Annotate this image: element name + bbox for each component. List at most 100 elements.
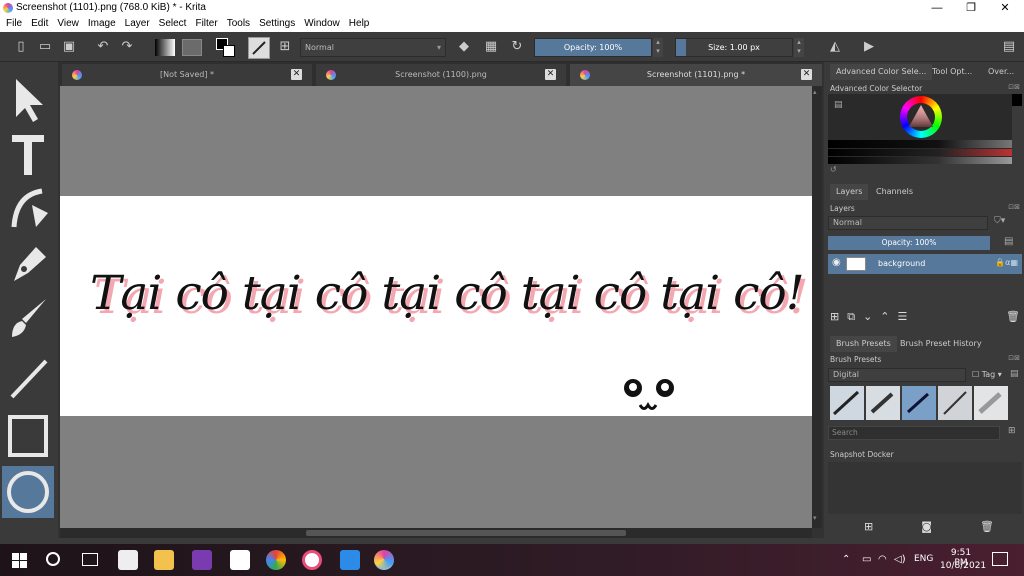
layer-actions-toolbar[interactable]: ⊞⧉⌄⌃☰ bbox=[830, 310, 915, 324]
chevron-up-icon[interactable]: ⌃ bbox=[842, 554, 850, 565]
vertical-scrollbar[interactable]: ▴ ▾ bbox=[812, 86, 822, 528]
reload-preset-icon[interactable]: ↻ bbox=[508, 38, 526, 56]
open-folder-icon[interactable]: ▭ bbox=[36, 38, 54, 56]
layer-blend-select[interactable]: Normal bbox=[828, 216, 988, 230]
redo-icon[interactable]: ↷ bbox=[118, 38, 136, 56]
alpha-lock-icon[interactable]: ▦ bbox=[482, 38, 500, 56]
menu-settings[interactable]: Settings bbox=[259, 16, 295, 32]
file-explorer-icon[interactable] bbox=[154, 550, 174, 570]
volume-icon[interactable]: ◁) bbox=[894, 554, 906, 565]
onenote-icon[interactable] bbox=[192, 550, 212, 570]
docker-float-close-icon[interactable]: ⊡⊠ bbox=[1008, 83, 1020, 91]
color-selector-widget[interactable]: ▤ bbox=[828, 94, 1012, 164]
brush-settings-icon[interactable]: ⊞ bbox=[276, 38, 294, 56]
tab-channels[interactable]: Channels bbox=[870, 184, 919, 200]
close-tab-icon[interactable]: ✕ bbox=[291, 69, 302, 80]
eraser-icon[interactable]: ◆ bbox=[455, 38, 473, 56]
shade-strip-3[interactable] bbox=[828, 157, 1012, 164]
ellipse-tool[interactable] bbox=[2, 466, 54, 518]
menu-layer[interactable]: Layer bbox=[125, 16, 150, 32]
layer-properties-icon[interactable]: ▤ bbox=[1004, 236, 1013, 247]
tab-screenshot-1100[interactable]: Screenshot (1100).png ✕ bbox=[316, 64, 566, 86]
close-tab-icon[interactable]: ✕ bbox=[545, 69, 556, 80]
menu-select[interactable]: Select bbox=[159, 16, 187, 32]
language-indicator[interactable]: ENG bbox=[914, 554, 933, 564]
menu-file[interactable]: File bbox=[6, 16, 22, 32]
eye-visibility-icon[interactable]: ◉ bbox=[832, 257, 841, 268]
menu-view[interactable]: View bbox=[57, 16, 79, 32]
line-tool[interactable] bbox=[2, 352, 54, 404]
mirror-horizontal-icon[interactable]: ◭ bbox=[826, 38, 844, 56]
pen-tool[interactable] bbox=[2, 236, 54, 288]
search-circle-icon[interactable] bbox=[46, 552, 60, 566]
color-menu-icon[interactable]: ▤ bbox=[834, 100, 843, 110]
layer-lock-icons[interactable]: 🔒α▦ bbox=[995, 258, 1018, 267]
tab-not-saved[interactable]: [Not Saved] * ✕ bbox=[62, 64, 312, 86]
windows-start-icon[interactable] bbox=[12, 553, 27, 568]
brush-view-icon[interactable]: ▤ bbox=[1010, 369, 1019, 379]
text-tool[interactable] bbox=[2, 128, 54, 180]
tab-screenshot-1101[interactable]: Screenshot (1101).png * ✕ bbox=[570, 64, 822, 86]
fg-bg-color-icon[interactable] bbox=[216, 38, 236, 58]
save-icon[interactable]: ▣ bbox=[60, 38, 78, 56]
menu-help[interactable]: Help bbox=[349, 16, 370, 32]
pattern-swatch[interactable] bbox=[182, 39, 202, 56]
minimize-button[interactable]: — bbox=[920, 0, 954, 16]
horizontal-scrollbar[interactable] bbox=[60, 528, 812, 538]
save-search-icon[interactable]: ⊞ bbox=[1008, 426, 1016, 436]
canvas-image[interactable]: Tại cô tại cô tại cô tại cô tại cô! Tại … bbox=[60, 196, 812, 416]
size-slider[interactable]: Size: 1.00 px bbox=[675, 38, 793, 57]
select-shape-tool[interactable] bbox=[2, 74, 54, 126]
brush-tag-button[interactable]: ☐ Tag ▾ bbox=[972, 370, 1002, 379]
blend-mode-select[interactable]: Normal ▾ bbox=[300, 38, 446, 57]
canvas-area[interactable]: Tại cô tại cô tại cô tại cô tại cô! Tại … bbox=[60, 86, 812, 528]
current-color-swatch[interactable] bbox=[1012, 94, 1022, 106]
brush-tag-select[interactable]: Digital bbox=[828, 368, 966, 382]
triangle-picker[interactable] bbox=[906, 102, 936, 132]
tab-layers[interactable]: Layers bbox=[830, 184, 869, 200]
brush-preset-icon[interactable] bbox=[248, 37, 270, 59]
brush-preset-item[interactable] bbox=[902, 386, 936, 420]
workspace-chooser-icon[interactable]: ▤ bbox=[1000, 38, 1018, 56]
tab-brush-presets[interactable]: Brush Presets bbox=[830, 336, 897, 352]
new-document-icon[interactable]: ▯ bbox=[12, 38, 30, 56]
shade-strip-2[interactable] bbox=[828, 149, 1012, 156]
notion-icon[interactable] bbox=[230, 550, 250, 570]
docker-float-close-icon[interactable]: ⊡⊠ bbox=[1008, 203, 1020, 211]
menu-window[interactable]: Window bbox=[304, 16, 340, 32]
layer-opacity-slider[interactable]: Opacity: 100% bbox=[828, 236, 990, 250]
delete-snapshot-icon[interactable]: 🗑 bbox=[980, 520, 994, 533]
brush-preset-item[interactable] bbox=[830, 386, 864, 420]
size-stepper[interactable]: ▴ ▾ bbox=[794, 38, 804, 57]
menu-tools[interactable]: Tools bbox=[227, 16, 250, 32]
brush-preset-item[interactable] bbox=[866, 386, 900, 420]
undo-icon[interactable]: ↶ bbox=[94, 38, 112, 56]
app-icon[interactable] bbox=[302, 550, 322, 570]
menu-edit[interactable]: Edit bbox=[31, 16, 48, 32]
delete-layer-icon[interactable]: 🗑 bbox=[1006, 310, 1020, 323]
tab-overview[interactable]: Over... bbox=[982, 64, 1020, 80]
wifi-icon[interactable]: ◠ bbox=[878, 554, 887, 565]
shade-strip-1[interactable] bbox=[828, 140, 1012, 148]
gradient-swatch[interactable] bbox=[155, 39, 175, 56]
tab-advanced-color-selector[interactable]: Advanced Color Sele... bbox=[830, 64, 933, 80]
brush-tool[interactable] bbox=[2, 292, 54, 344]
maximize-button[interactable]: ❐ bbox=[954, 0, 988, 16]
close-button[interactable]: ✕ bbox=[988, 0, 1022, 16]
brush-preset-item[interactable] bbox=[974, 386, 1008, 420]
tab-tool-options[interactable]: Tool Opt... bbox=[926, 64, 978, 80]
notification-icon[interactable] bbox=[992, 552, 1008, 566]
krita-taskbar-icon[interactable] bbox=[374, 550, 394, 570]
task-view-icon[interactable] bbox=[82, 553, 98, 566]
opacity-stepper[interactable]: ▴ ▾ bbox=[653, 38, 663, 57]
layer-row-background[interactable]: ◉ background 🔒α▦ bbox=[828, 254, 1022, 274]
close-tab-icon[interactable]: ✕ bbox=[801, 69, 812, 80]
camera-icon[interactable]: ◙ bbox=[921, 520, 932, 533]
scrollbar-thumb[interactable] bbox=[306, 530, 626, 536]
clock-date[interactable]: 10/8/2021 bbox=[940, 561, 986, 571]
hue-ring[interactable] bbox=[900, 96, 942, 138]
menu-image[interactable]: Image bbox=[88, 16, 116, 32]
opacity-slider[interactable]: Opacity: 100% bbox=[534, 38, 652, 57]
docker-float-close-icon[interactable]: ⊡⊠ bbox=[1008, 354, 1020, 362]
mirror-vertical-icon[interactable]: ▶ bbox=[860, 38, 878, 56]
